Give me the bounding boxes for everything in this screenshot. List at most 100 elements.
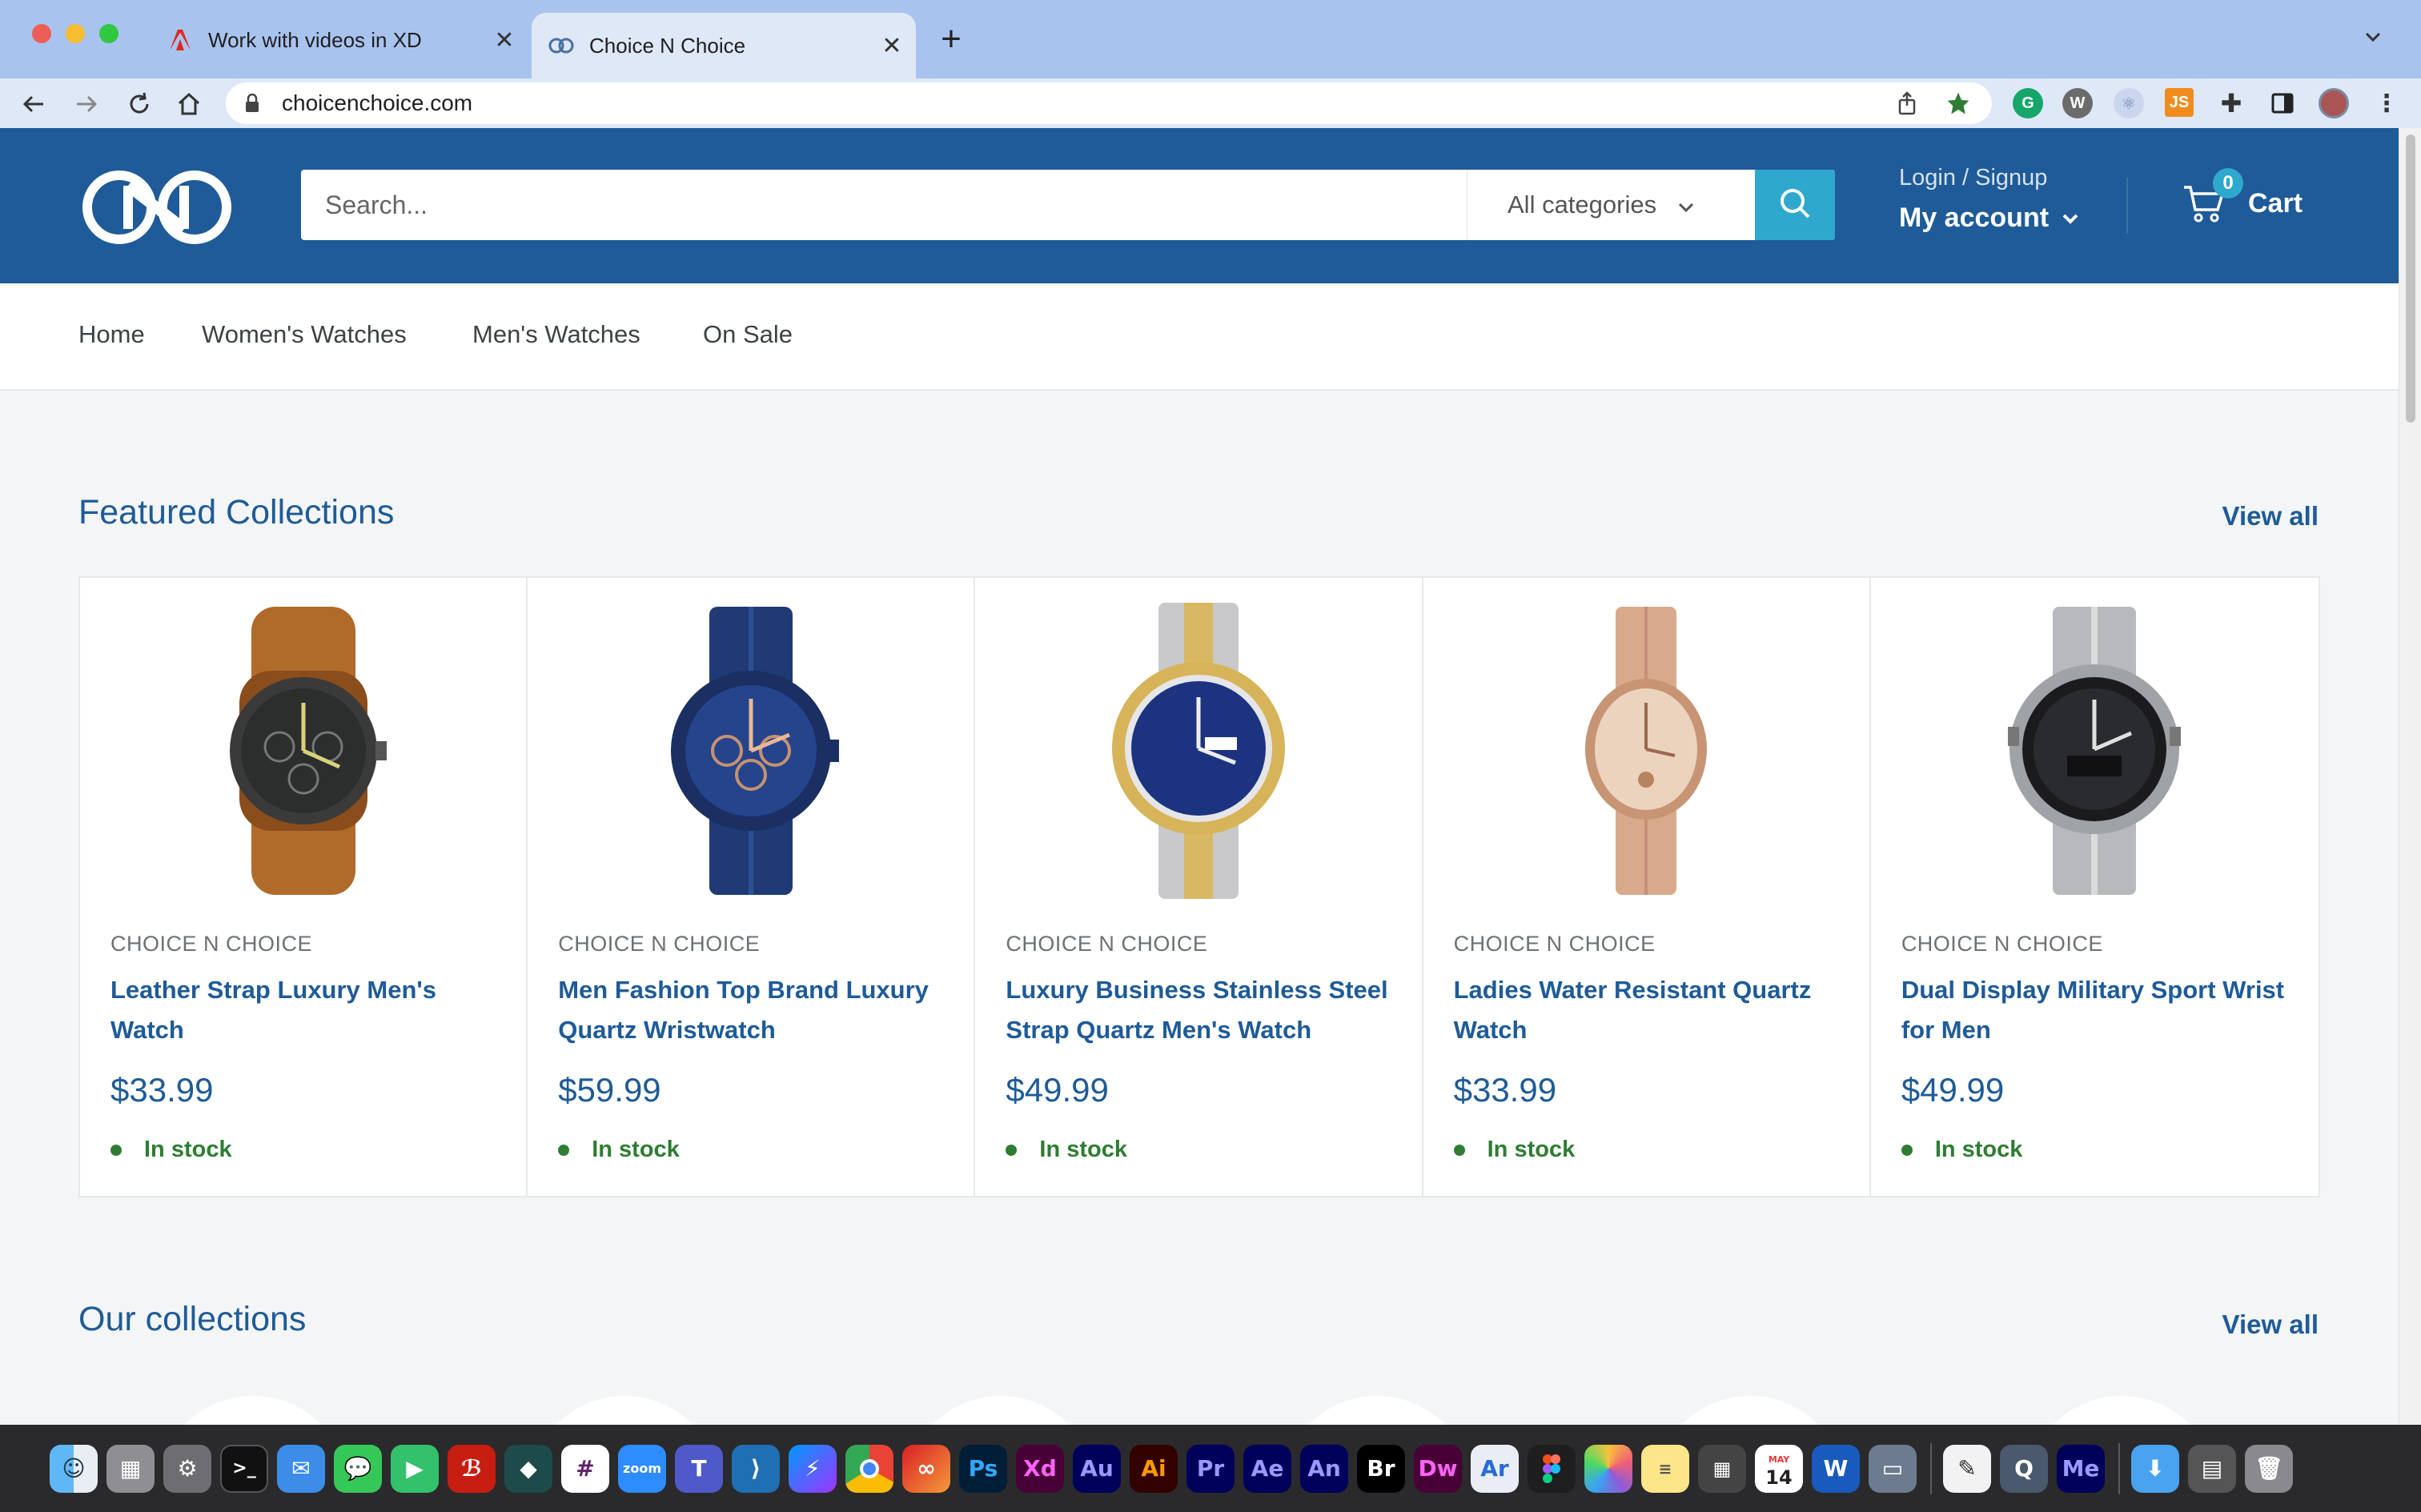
audition-icon[interactable]: Au xyxy=(1073,1444,1121,1493)
chrome-icon[interactable] xyxy=(845,1444,893,1493)
messenger-icon[interactable]: ⚡ xyxy=(789,1444,837,1493)
browser-tab-xd[interactable]: Work with videos in XD ✕ xyxy=(160,13,528,67)
store-logo[interactable] xyxy=(80,168,234,247)
messages-icon[interactable]: 💬 xyxy=(334,1444,382,1493)
close-tab-icon[interactable]: ✕ xyxy=(488,26,520,54)
login-signup-link[interactable]: Login / Signup xyxy=(1899,165,2079,191)
close-tab-icon[interactable]: ✕ xyxy=(876,32,908,60)
category-select[interactable]: All categories xyxy=(1467,170,1755,240)
product-card[interactable]: CHOICE N CHOICE Luxury Business Stainles… xyxy=(975,578,1423,1196)
link-icon xyxy=(548,32,575,59)
preview-icon[interactable]: ▭ xyxy=(1869,1444,1917,1493)
zoom-icon[interactable]: zoom xyxy=(618,1444,666,1493)
product-image[interactable] xyxy=(80,607,526,895)
figma-icon[interactable] xyxy=(1528,1444,1576,1493)
view-all-collections-link[interactable]: View all xyxy=(2222,1309,2319,1340)
scrollbar-thumb[interactable] xyxy=(2406,134,2415,423)
nav-item-mens-watches[interactable]: Men's Watches xyxy=(472,320,640,349)
calculator-icon[interactable]: ▦ xyxy=(1698,1444,1746,1493)
puzzle-extensions-icon[interactable]: ✚ xyxy=(2216,88,2246,118)
page-scrollbar[interactable] xyxy=(2399,128,2421,1425)
photos-icon[interactable] xyxy=(1584,1444,1632,1493)
home-icon[interactable] xyxy=(173,88,205,120)
system-preferences-icon[interactable]: ⚙ xyxy=(163,1444,211,1493)
premiere-icon[interactable]: Pr xyxy=(1186,1444,1235,1493)
minimize-window-button[interactable] xyxy=(66,24,85,43)
product-title-link[interactable]: Ladies Water Resistant Quartz Watch xyxy=(1454,970,1838,1050)
react-extension-icon[interactable]: ⚛ xyxy=(2114,88,2144,118)
after-effects-icon[interactable]: Ae xyxy=(1243,1444,1291,1493)
product-title-link[interactable]: Dual Display Military Sport Wrist for Me… xyxy=(1901,970,2286,1050)
product-vendor: CHOICE N CHOICE xyxy=(1006,932,1208,956)
more-menu-icon[interactable]: ⋮ xyxy=(2371,88,2402,118)
grammarly-extension-icon[interactable]: G xyxy=(2013,88,2043,118)
quicktime-icon[interactable]: Q xyxy=(2000,1444,2048,1493)
product-card[interactable]: CHOICE N CHOICE Dual Display Military Sp… xyxy=(1871,578,2319,1196)
view-all-featured-link[interactable]: View all xyxy=(2222,501,2319,531)
search-button[interactable] xyxy=(1755,170,1835,240)
bridge-icon[interactable]: Br xyxy=(1357,1444,1405,1493)
wordpress-extension-icon[interactable]: W xyxy=(2062,88,2093,118)
slack-icon[interactable]: # xyxy=(561,1444,609,1493)
product-image[interactable] xyxy=(1423,607,1869,895)
product-card[interactable]: CHOICE N CHOICE Leather Strap Luxury Men… xyxy=(80,578,528,1196)
vscode-icon[interactable]: ⟩ xyxy=(732,1444,780,1493)
acrobat-icon[interactable]: ℬ xyxy=(448,1444,496,1493)
url-text[interactable]: choicenchoice.com xyxy=(282,90,1889,116)
launchpad-icon[interactable]: ▦ xyxy=(106,1444,155,1493)
animate-icon[interactable]: An xyxy=(1300,1444,1348,1493)
terminal-icon[interactable]: >_ xyxy=(220,1444,268,1493)
profile-avatar[interactable] xyxy=(2319,88,2349,118)
reload-icon[interactable] xyxy=(123,88,155,120)
xd-icon[interactable]: Xd xyxy=(1016,1444,1064,1493)
chevron-down-icon[interactable] xyxy=(2357,21,2389,53)
calendar-icon[interactable]: MAY 14 xyxy=(1755,1444,1803,1493)
textedit-icon[interactable]: ✎ xyxy=(1943,1444,1991,1493)
creative-cloud-icon[interactable]: ∞ xyxy=(902,1444,950,1493)
cart-button[interactable]: 0 Cart xyxy=(2182,168,2303,224)
teams-icon[interactable]: T xyxy=(675,1444,723,1493)
photoshop-icon[interactable]: Ps xyxy=(959,1444,1007,1493)
trash-icon[interactable]: 🗑 xyxy=(2245,1444,2293,1493)
account-menu[interactable]: Login / Signup My account xyxy=(1899,165,2079,234)
facetime-icon[interactable]: ▶ xyxy=(391,1444,439,1493)
mail-icon[interactable]: ✉ xyxy=(277,1444,325,1493)
new-tab-icon[interactable]: + xyxy=(935,19,967,59)
fullscreen-window-button[interactable] xyxy=(99,24,118,43)
finder-icon[interactable]: ☺ xyxy=(50,1444,98,1493)
product-title-link[interactable]: Leather Strap Luxury Men's Watch xyxy=(110,970,495,1050)
stock-label: In stock xyxy=(592,1137,680,1162)
share-icon[interactable] xyxy=(1889,86,1925,121)
lock-icon[interactable] xyxy=(245,94,277,113)
notes-icon[interactable]: ≡ xyxy=(1641,1444,1689,1493)
product-card[interactable]: CHOICE N CHOICE Men Fashion Top Brand Lu… xyxy=(528,578,976,1196)
close-window-button[interactable] xyxy=(32,24,51,43)
my-account-dropdown[interactable]: My account xyxy=(1899,203,2079,234)
js-extension-icon[interactable]: JS xyxy=(2165,88,2194,117)
aero-icon[interactable]: Ar xyxy=(1471,1444,1519,1493)
side-panel-icon[interactable] xyxy=(2267,88,2298,118)
downloads-folder-icon[interactable]: ⬇ xyxy=(2131,1444,2179,1493)
bookmark-star-icon[interactable] xyxy=(1941,86,1976,121)
product-title-link[interactable]: Luxury Business Stainless Steel Strap Qu… xyxy=(1006,970,1390,1050)
product-image[interactable] xyxy=(1871,607,2319,895)
screenshot-stack-icon[interactable]: ▤ xyxy=(2188,1444,2236,1493)
dreamweaver-icon[interactable]: Dw xyxy=(1414,1444,1462,1493)
word-icon[interactable]: W xyxy=(1812,1444,1860,1493)
product-card[interactable]: CHOICE N CHOICE Ladies Water Resistant Q… xyxy=(1423,578,1871,1196)
address-bar[interactable]: choicenchoice.com xyxy=(226,82,1992,124)
browser-tab-bar: Work with videos in XD ✕ Choice N Choice… xyxy=(0,0,2421,78)
product-image[interactable] xyxy=(528,607,974,895)
illustrator-icon[interactable]: Ai xyxy=(1130,1444,1178,1493)
back-arrow-icon[interactable] xyxy=(18,88,50,120)
filmora-icon[interactable]: ◆ xyxy=(504,1444,552,1493)
product-title-link[interactable]: Men Fashion Top Brand Luxury Quartz Wris… xyxy=(558,970,942,1050)
forward-arrow-icon[interactable] xyxy=(70,88,102,120)
nav-item-on-sale[interactable]: On Sale xyxy=(703,320,793,349)
search-input[interactable] xyxy=(301,170,1467,240)
nav-item-womens-watches[interactable]: Women's Watches xyxy=(202,320,407,349)
nav-item-home[interactable]: Home xyxy=(78,320,145,349)
media-encoder-icon[interactable]: Me xyxy=(2057,1444,2105,1493)
product-image[interactable] xyxy=(975,603,1421,899)
browser-tab-choicenchoice[interactable]: Choice N Choice ✕ xyxy=(532,13,916,78)
